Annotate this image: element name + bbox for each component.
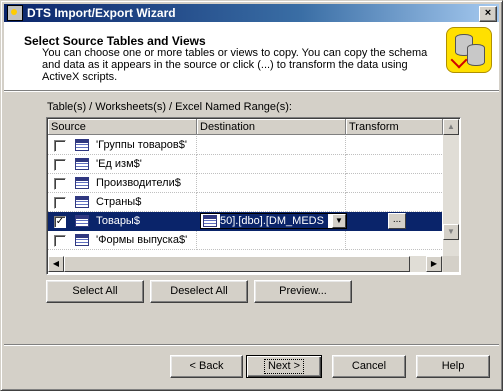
- destination-cell[interactable]: [197, 174, 346, 193]
- back-button[interactable]: < Back: [170, 355, 243, 378]
- table-row[interactable]: 'Группы товаров$': [48, 136, 442, 155]
- window-title: DTS Import/Export Wizard: [27, 6, 176, 20]
- close-button[interactable]: ×: [479, 6, 497, 22]
- row-checkbox[interactable]: [54, 159, 66, 171]
- table-row[interactable]: 'Формы выпуска$': [48, 231, 442, 250]
- source-name: 'Группы товаров$': [96, 139, 187, 151]
- deselect-all-button[interactable]: Deselect All: [150, 280, 248, 303]
- row-checkbox[interactable]: [54, 140, 66, 152]
- transform-cell[interactable]: [346, 231, 442, 250]
- vertical-scrollbar[interactable]: ▲ ▼: [443, 119, 459, 256]
- source-cell[interactable]: 'Формы выпуска$': [48, 231, 197, 250]
- table-icon: [75, 177, 89, 189]
- table-icon: [75, 158, 89, 170]
- destination-value[interactable]: 50].[dbo].[DM_MEDS: [220, 214, 328, 228]
- source-name: 'Формы выпуска$': [96, 234, 188, 246]
- tables-list-label: Table(s) / Worksheets(s) / Excel Named R…: [47, 101, 292, 113]
- table-icon: [75, 196, 89, 208]
- destination-cell[interactable]: [197, 155, 346, 174]
- destination-cell[interactable]: [197, 193, 346, 212]
- next-button[interactable]: Next >: [246, 355, 322, 378]
- row-checkbox[interactable]: [54, 235, 66, 247]
- page-title: Select Source Tables and Views: [24, 34, 206, 48]
- destination-combo[interactable]: 50].[dbo].[DM_MEDS ▼: [200, 213, 347, 229]
- wizard-header: Select Source Tables and Views You can c…: [4, 22, 499, 90]
- title-bar: DTS Import/Export Wizard ×: [4, 4, 499, 22]
- transform-cell[interactable]: [346, 155, 442, 174]
- transform-cell[interactable]: [346, 193, 442, 212]
- page-description: You can choose one or more tables or vie…: [42, 47, 428, 83]
- row-checkbox[interactable]: [54, 178, 66, 190]
- table-icon: [203, 215, 217, 227]
- source-cell[interactable]: Производители$: [48, 174, 197, 193]
- horizontal-scrollbar[interactable]: ◀ ▶: [48, 256, 443, 272]
- preview-button[interactable]: Preview...: [254, 280, 352, 303]
- scrollbar-corner: [443, 256, 459, 272]
- scroll-thumb[interactable]: [64, 256, 410, 272]
- table-row-selected[interactable]: ✓ Товары$ 50].[dbo].[DM_MEDS ▼ ...: [48, 212, 442, 231]
- source-cell[interactable]: 'Ед изм$': [48, 155, 197, 174]
- source-name: Страны$: [96, 196, 142, 208]
- wizard-window: DTS Import/Export Wizard × Select Source…: [0, 0, 503, 391]
- table-row[interactable]: 'Ед изм$': [48, 155, 442, 174]
- source-name: Товары$: [96, 215, 140, 227]
- transform-cell[interactable]: [346, 174, 442, 193]
- destination-cell[interactable]: [197, 136, 346, 155]
- source-cell[interactable]: ✓ Товары$: [48, 212, 197, 231]
- scroll-right-icon[interactable]: ▶: [426, 256, 442, 272]
- select-all-button[interactable]: Select All: [46, 280, 144, 303]
- transform-button[interactable]: ...: [388, 213, 406, 229]
- next-button-label: Next >: [263, 359, 305, 374]
- dts-app-icon: [7, 5, 23, 21]
- column-header-destination[interactable]: Destination: [197, 119, 346, 135]
- source-cell[interactable]: Страны$: [48, 193, 197, 212]
- column-header-transform[interactable]: Transform: [346, 119, 443, 135]
- source-name: 'Ед изм$': [96, 158, 142, 170]
- database-transfer-icon: [446, 27, 492, 73]
- scroll-down-icon[interactable]: ▼: [443, 224, 459, 240]
- header-divider: [4, 90, 499, 92]
- table-icon: [75, 215, 89, 227]
- scroll-up-icon[interactable]: ▲: [443, 119, 459, 135]
- table-row[interactable]: Производители$: [48, 174, 442, 193]
- footer-divider: [4, 344, 499, 346]
- transform-cell[interactable]: [346, 136, 442, 155]
- table-icon: [75, 234, 89, 246]
- source-cell[interactable]: 'Группы товаров$': [48, 136, 197, 155]
- source-name: Производители$: [96, 177, 181, 189]
- row-checkbox-checked[interactable]: ✓: [54, 216, 66, 228]
- destination-cell[interactable]: [197, 231, 346, 250]
- cancel-button[interactable]: Cancel: [332, 355, 406, 378]
- scroll-left-icon[interactable]: ◀: [48, 256, 64, 272]
- row-checkbox[interactable]: [54, 197, 66, 209]
- chevron-down-icon[interactable]: ▼: [332, 214, 346, 228]
- column-header-source[interactable]: Source: [48, 119, 197, 135]
- table-row[interactable]: Страны$: [48, 193, 442, 212]
- table-icon: [75, 139, 89, 151]
- help-button[interactable]: Help: [416, 355, 490, 378]
- source-tables-grid[interactable]: Source Destination Transform 'Группы тов…: [46, 117, 461, 275]
